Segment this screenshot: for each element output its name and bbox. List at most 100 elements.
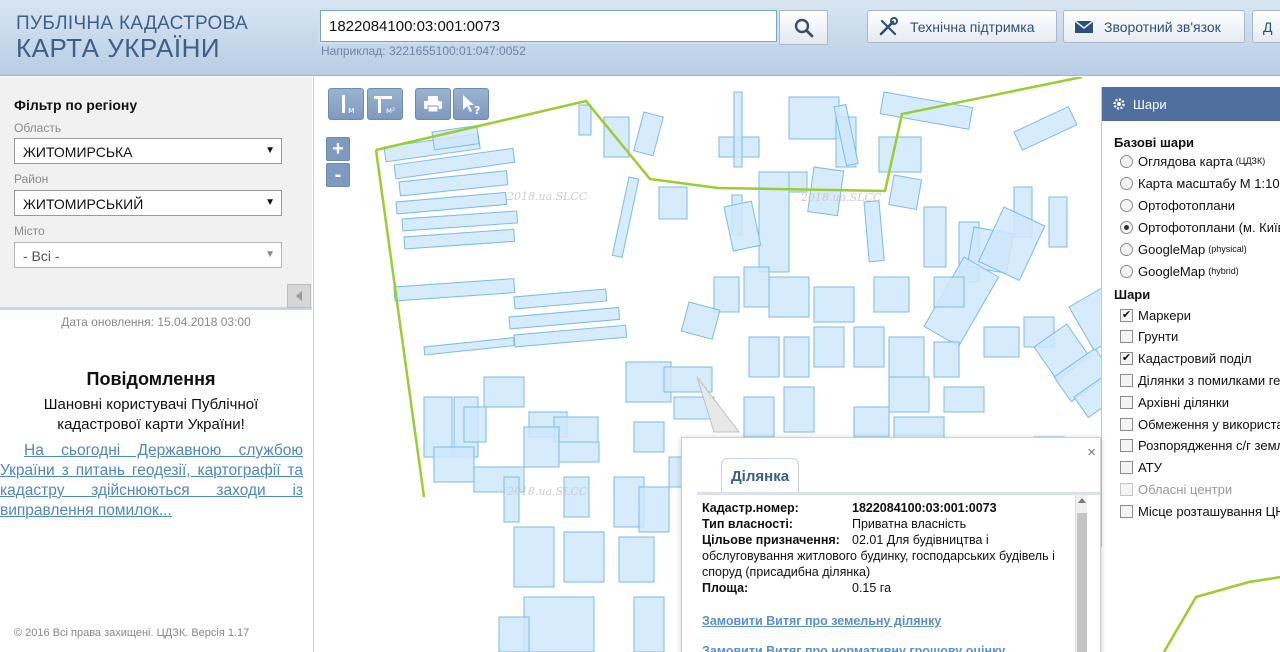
close-icon[interactable]: ×	[1087, 444, 1096, 461]
layers-header[interactable]: Шари	[1102, 87, 1280, 121]
measure-length-unit: м	[348, 106, 355, 116]
overlay-layer-option[interactable]: Обмеження у використа	[1120, 414, 1280, 434]
checkbox[interactable]	[1120, 330, 1133, 344]
overlay-layer-option[interactable]: Місце розташування ЦН	[1120, 501, 1280, 521]
purpose-value-3: споруд (присадибна ділянка)	[702, 565, 871, 579]
base-layer-option[interactable]: Ортофотоплани	[1120, 195, 1235, 215]
popup-scrollbar[interactable]	[1075, 495, 1087, 652]
layers-title: Шари	[1133, 96, 1167, 112]
purpose-label: Цільове призначення:	[702, 533, 840, 547]
base-layer-option[interactable]: GoogleMap (physical)	[1120, 239, 1247, 259]
chevron-down-icon: ▼	[265, 145, 275, 156]
checkbox[interactable]	[1120, 373, 1133, 387]
oblast-select[interactable]: ЖИТОМИРСЬКА ▼	[14, 138, 282, 164]
area-label: Площа:	[702, 581, 749, 595]
checkbox[interactable]	[1120, 395, 1133, 409]
city-value: - Всі -	[23, 248, 60, 264]
city-select[interactable]: - Всі - ▼	[14, 242, 282, 268]
base-layer-label: Ортофотоплани (м. Київ	[1138, 219, 1280, 235]
print-button[interactable]	[415, 88, 451, 120]
base-layer-label: GoogleMap	[1138, 263, 1206, 279]
overlay-layer-option[interactable]: Грунти	[1120, 327, 1178, 347]
base-layer-label: Оглядова карта	[1138, 153, 1233, 169]
overlay-layer-option[interactable]: АТУ	[1120, 458, 1162, 478]
checkbox[interactable]	[1120, 504, 1133, 518]
radio-button[interactable]	[1120, 154, 1133, 168]
support-label: Технічна підтримка	[910, 18, 1035, 35]
rayon-label: Район	[14, 172, 49, 186]
chevron-left-icon	[296, 291, 302, 301]
base-layer-sup: (physical)	[1208, 244, 1247, 254]
checkbox[interactable]	[1120, 461, 1133, 475]
area-value: 0.15 га	[852, 581, 892, 595]
order-extract-link[interactable]: Замовити Витяг про земельну ділянку	[702, 614, 941, 628]
extra-header-label: Д	[1263, 18, 1273, 35]
tab-parcel[interactable]: Ділянка	[721, 458, 800, 493]
scroll-thumb[interactable]	[1077, 513, 1087, 652]
extra-header-button[interactable]: Д	[1252, 10, 1280, 43]
radio-button[interactable]	[1120, 220, 1133, 234]
base-layers-title: Базові шари	[1114, 135, 1195, 150]
notice-link[interactable]: На сьогодні Державною службою України з …	[0, 441, 303, 521]
search-icon	[794, 18, 813, 37]
feedback-button[interactable]: Зворотний зв'язок	[1063, 10, 1245, 43]
radio-button[interactable]	[1120, 264, 1133, 278]
logo-line2[interactable]: КАРТА УКРАЇНИ	[16, 33, 220, 64]
overlay-layers-title: Шари	[1114, 287, 1151, 302]
region-filter: Фільтр по регіону Область ЖИТОМИРСЬКА ▼ …	[0, 77, 312, 310]
support-button[interactable]: Технічна підтримка	[867, 10, 1057, 43]
base-layer-option[interactable]: Ортофотоплани (м. Київ	[1120, 217, 1280, 237]
overlay-layer-label: Обмеження у використа	[1138, 416, 1280, 432]
overlay-layer-option[interactable]: Розпорядження с/г земл	[1120, 436, 1280, 456]
chevron-down-icon: ▼	[265, 197, 275, 208]
collapse-panel-button[interactable]	[287, 284, 311, 308]
overlay-layer-option[interactable]: ✔ Маркери	[1120, 305, 1191, 325]
checkbox[interactable]	[1120, 439, 1133, 453]
parcel-popup: × Ділянка Кадастр.номер: 1822084100:03:0…	[681, 437, 1101, 652]
checkbox[interactable]	[1120, 417, 1133, 431]
overlay-layer-option[interactable]: Ділянки з помилками ге	[1120, 370, 1280, 390]
chevron-down-icon: ▼	[265, 249, 275, 260]
scroll-up-icon[interactable]	[1078, 498, 1086, 503]
radio-button[interactable]	[1120, 198, 1133, 212]
cadastr-label: Кадастр.номер:	[702, 501, 799, 515]
overlay-layer-option[interactable]: Архівні ділянки	[1120, 392, 1229, 412]
measure-length-button[interactable]: м	[328, 88, 364, 120]
city-label: Місто	[14, 224, 45, 238]
map-watermark: 2018.ua.SLCC	[506, 485, 588, 498]
zoom-out-button[interactable]: -	[326, 163, 350, 187]
oblast-value: ЖИТОМИРСЬКА	[23, 144, 133, 160]
search-button[interactable]	[779, 10, 828, 45]
ruler-area-icon: м²	[374, 96, 395, 115]
filter-title: Фільтр по регіону	[14, 97, 138, 113]
overlay-layer-label: Розпорядження с/г земл	[1138, 438, 1280, 454]
base-layer-option[interactable]: GoogleMap (hybrid)	[1120, 261, 1239, 281]
radio-button[interactable]	[1120, 242, 1133, 256]
feedback-label: Зворотний зв'язок	[1104, 18, 1221, 35]
cadastr-value: 1822084100:03:001:0073	[852, 501, 997, 515]
checkbox	[1120, 482, 1133, 496]
search-input[interactable]	[318, 8, 779, 44]
checkbox[interactable]: ✔	[1120, 352, 1133, 366]
rayon-value: ЖИТОМИРСЬКИЙ	[23, 196, 144, 212]
notice-title: Повідомлення	[86, 369, 216, 389]
map-canvas[interactable]: 2018.ua.SLCC 2018.ua.SLCC 2018.ua.SLCC м…	[313, 77, 1280, 652]
app-window: ПУБЛІЧНА КАДАСТРОВА КАРТА УКРАЇНИ Наприк…	[0, 0, 1280, 652]
base-layer-option[interactable]: Оглядова карта (ЦДЗК)	[1120, 151, 1265, 171]
checkbox[interactable]: ✔	[1120, 308, 1133, 322]
measure-area-button[interactable]: м²	[367, 88, 403, 120]
zoom-in-button[interactable]: +	[326, 137, 350, 161]
radio-button[interactable]	[1120, 176, 1133, 190]
rayon-select[interactable]: ЖИТОМИРСЬКИЙ ▼	[14, 190, 282, 216]
logo-line1[interactable]: ПУБЛІЧНА КАДАСТРОВА	[16, 13, 248, 35]
base-layer-option[interactable]: Карта масштабу М 1:10	[1120, 173, 1280, 193]
map-watermark: 2018.ua.SLCC	[506, 190, 588, 203]
identify-button[interactable]: ?	[453, 88, 489, 120]
order-valuation-link[interactable]: Замовити Витяг про нормативну грошову оц…	[702, 644, 1005, 652]
purpose-value-2: обслуговування житлового будинку, господ…	[702, 549, 1055, 563]
gear-icon	[1113, 98, 1125, 110]
cursor-question-icon: ?	[463, 95, 480, 115]
parcel-info: Кадастр.номер: 1822084100:03:001:0073 Ти…	[697, 492, 1100, 652]
layers-panel: Шари Базові шари Оглядова карта (ЦДЗК) Кар…	[1101, 87, 1280, 547]
overlay-layer-option[interactable]: ✔ Кадастровий поділ	[1120, 349, 1252, 369]
